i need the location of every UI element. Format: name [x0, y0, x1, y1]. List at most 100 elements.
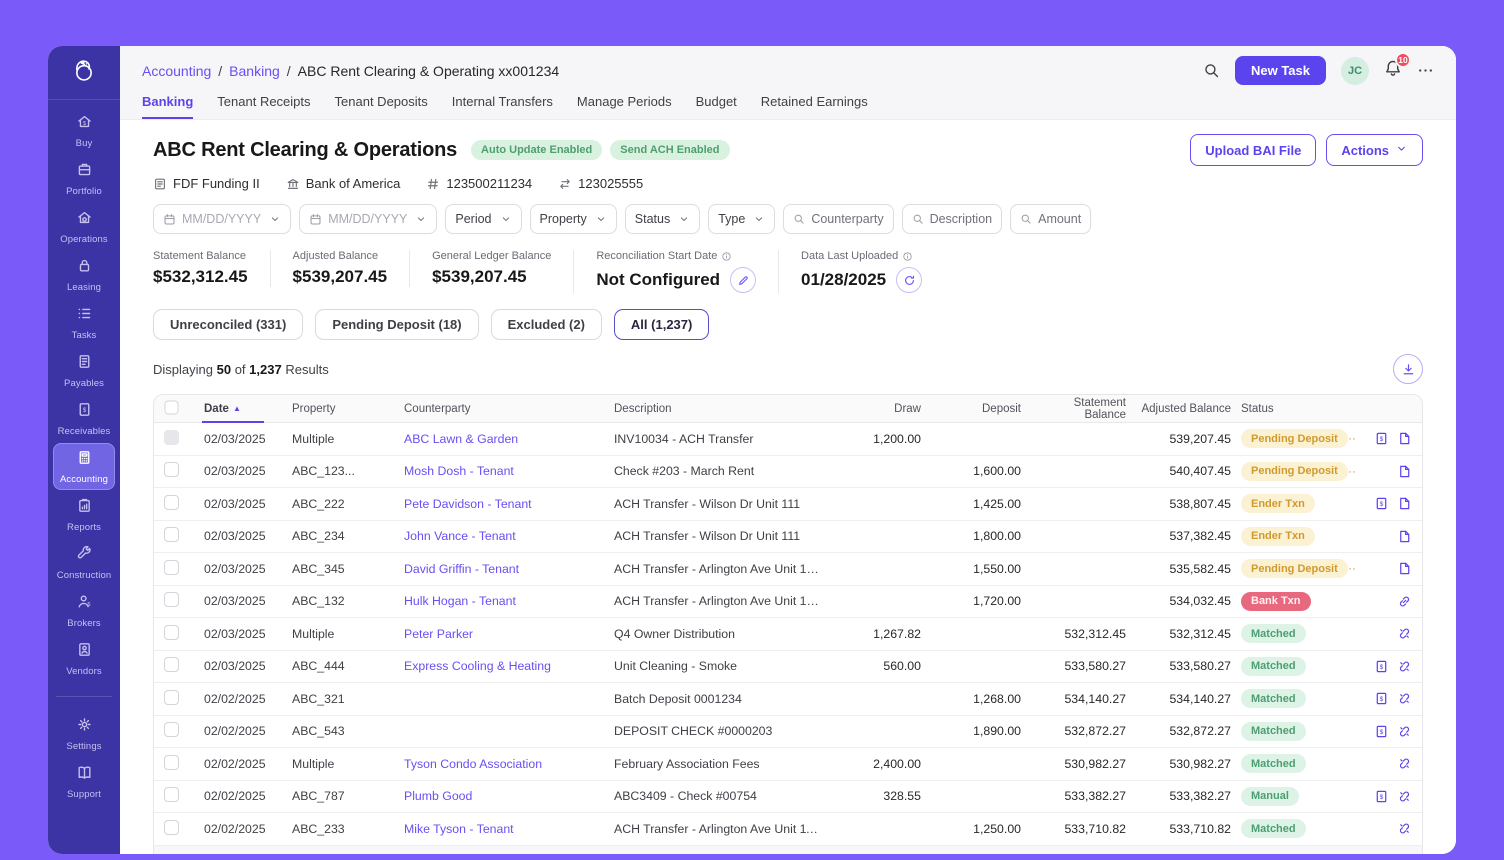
filter-search-counterparty[interactable]: Counterparty [783, 204, 893, 234]
cell-counterparty[interactable]: Plumb Good [404, 789, 614, 803]
unlink-icon[interactable] [1397, 789, 1412, 804]
row-checkbox[interactable] [164, 527, 179, 542]
tab-tenant-receipts[interactable]: Tenant Receipts [217, 94, 310, 119]
file-icon[interactable] [1397, 561, 1412, 576]
column-header-date[interactable]: Date▲ [204, 395, 292, 422]
tab-internal-transfers[interactable]: Internal Transfers [452, 94, 553, 119]
column-header-deposit[interactable]: Deposit [931, 403, 1031, 415]
filter-dropdown-status[interactable]: Status [625, 204, 700, 234]
search-icon[interactable] [1203, 62, 1220, 79]
sidebar-item-vendors[interactable]: Vendors [53, 635, 115, 682]
sidebar-item-construction[interactable]: Construction [53, 539, 115, 586]
column-header-description[interactable]: Description [614, 403, 831, 415]
receipt-icon[interactable]: $ [1374, 659, 1389, 674]
sidebar-item-payables[interactable]: Payables [53, 347, 115, 394]
tab-retained-earnings[interactable]: Retained Earnings [761, 94, 868, 119]
sidebar-item-portfolio[interactable]: Portfolio [53, 155, 115, 202]
new-task-button[interactable]: New Task [1235, 56, 1326, 85]
sidebar-item-receivables[interactable]: $Receivables [53, 395, 115, 442]
sidebar-item-buy[interactable]: $Buy [53, 107, 115, 154]
pill-all-1-237[interactable]: All (1,237) [614, 309, 709, 340]
cell-counterparty[interactable]: Mosh Dosh - Tenant [404, 464, 614, 478]
sidebar-item-operations[interactable]: Operations [53, 203, 115, 250]
sidebar-item-tasks[interactable]: Tasks [53, 299, 115, 346]
row-checkbox[interactable] [164, 755, 179, 770]
row-checkbox[interactable] [164, 820, 179, 835]
receipt-icon[interactable]: $ [1374, 496, 1389, 511]
row-checkbox[interactable] [164, 657, 179, 672]
cell-counterparty[interactable]: Tyson Condo Association [404, 757, 614, 771]
sidebar-item-support[interactable]: Support [53, 758, 115, 805]
receipt-icon[interactable]: $ [1374, 724, 1389, 739]
sidebar-item-accounting[interactable]: Accounting [53, 443, 115, 490]
export-download-button[interactable] [1393, 354, 1423, 384]
upload-bai-file-button[interactable]: Upload BAI File [1190, 134, 1316, 166]
tab-manage-periods[interactable]: Manage Periods [577, 94, 672, 119]
cell-counterparty[interactable]: Mike Tyson - Tenant [404, 822, 614, 836]
pill-excluded-2[interactable]: Excluded (2) [491, 309, 602, 340]
filter-dropdown-property[interactable]: Property [530, 204, 617, 234]
receipt-icon[interactable]: $ [1374, 789, 1389, 804]
sidebar-item-reports[interactable]: Reports [53, 491, 115, 538]
cell-counterparty[interactable]: Peter Parker [404, 627, 614, 641]
row-checkbox[interactable] [164, 495, 179, 510]
cell-counterparty[interactable]: ABC Lawn & Garden [404, 432, 614, 446]
filter-dropdown-type[interactable]: Type [708, 204, 775, 234]
cell-counterparty[interactable]: David Griffin - Tenant [404, 562, 614, 576]
refresh-button[interactable] [896, 267, 922, 293]
link-icon[interactable] [1397, 594, 1412, 609]
row-checkbox[interactable] [164, 690, 179, 705]
cell-counterparty[interactable]: Express Cooling & Heating [404, 659, 614, 673]
actions-button[interactable]: Actions [1326, 134, 1423, 166]
select-all-checkbox[interactable] [165, 400, 179, 414]
breadcrumb-banking[interactable]: Banking [229, 63, 280, 79]
filter-search-description[interactable]: Description [902, 204, 1003, 234]
column-header-status[interactable]: Status [1241, 403, 1356, 415]
pill-pending-deposit-18[interactable]: Pending Deposit (18) [315, 309, 478, 340]
column-header-property[interactable]: Property [292, 403, 404, 415]
unlink-icon[interactable] [1397, 691, 1412, 706]
sidebar-item-leasing[interactable]: Leasing [53, 251, 115, 298]
file-icon[interactable] [1397, 529, 1412, 544]
column-header-statement-balance[interactable]: Statement Balance [1031, 397, 1136, 421]
column-header-draw[interactable]: Draw [831, 403, 931, 415]
info-icon[interactable] [902, 251, 913, 262]
app-logo[interactable] [48, 46, 120, 100]
tab-budget[interactable]: Budget [696, 94, 737, 119]
pill-unreconciled-331[interactable]: Unreconciled (331) [153, 309, 303, 340]
column-header-adjusted-balance[interactable]: Adjusted Balance [1136, 403, 1241, 415]
row-checkbox[interactable] [164, 625, 179, 640]
column-header-counterparty[interactable]: Counterparty [404, 403, 614, 415]
row-checkbox[interactable] [164, 722, 179, 737]
filter-dropdown-period[interactable]: Period [445, 204, 521, 234]
cell-counterparty[interactable]: Hulk Hogan - Tenant [404, 594, 614, 608]
file-icon[interactable] [1397, 496, 1412, 511]
date-to-input[interactable]: MM/DD/YYYY [299, 204, 437, 234]
tab-tenant-deposits[interactable]: Tenant Deposits [335, 94, 428, 119]
cell-counterparty[interactable]: John Vance - Tenant [404, 529, 614, 543]
avatar[interactable]: JC [1341, 57, 1369, 85]
unlink-icon[interactable] [1397, 724, 1412, 739]
receipt-icon[interactable]: $ [1374, 691, 1389, 706]
unlink-icon[interactable] [1397, 756, 1412, 771]
row-checkbox[interactable] [164, 592, 179, 607]
filter-search-amount[interactable]: Amount [1010, 204, 1091, 234]
info-icon[interactable] [721, 251, 732, 262]
row-checkbox[interactable] [164, 560, 179, 575]
unlink-icon[interactable] [1397, 821, 1412, 836]
date-from-input[interactable]: MM/DD/YYYY [153, 204, 291, 234]
file-icon[interactable] [1397, 431, 1412, 446]
unlink-icon[interactable] [1397, 626, 1412, 641]
tab-banking[interactable]: Banking [142, 94, 193, 119]
sidebar-item-settings[interactable]: Settings [53, 710, 115, 757]
row-checkbox[interactable] [164, 787, 179, 802]
more-menu-icon[interactable] [1417, 62, 1434, 79]
file-icon[interactable] [1397, 464, 1412, 479]
row-checkbox[interactable] [164, 462, 179, 477]
unlink-icon[interactable] [1397, 659, 1412, 674]
edit-button[interactable] [730, 267, 756, 293]
cell-counterparty[interactable]: Pete Davidson - Tenant [404, 497, 614, 511]
breadcrumb-accounting[interactable]: Accounting [142, 63, 211, 79]
receipt-icon[interactable]: $ [1374, 431, 1389, 446]
notifications-button[interactable]: 10 [1384, 59, 1402, 82]
